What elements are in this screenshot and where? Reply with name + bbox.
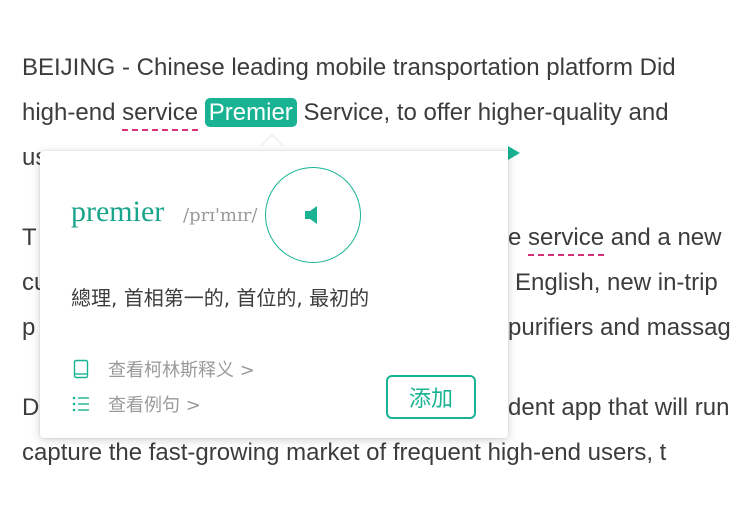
examples-link-label: 查看例句 > xyxy=(108,395,201,416)
collins-link-label: 查看柯林斯释义 > xyxy=(108,360,255,381)
word-service-underlined[interactable]: service xyxy=(122,99,199,131)
article-line: p xyxy=(22,314,36,341)
article-line-fragment: e service and a new xyxy=(508,223,722,256)
popup-word: premier xyxy=(71,195,165,228)
article-text: Service, to offer higher-quality and xyxy=(296,99,669,126)
list-icon xyxy=(72,394,90,414)
article-text: e xyxy=(508,224,529,251)
article-line: D xyxy=(22,394,40,421)
book-icon xyxy=(72,359,90,379)
word-service-underlined[interactable]: service xyxy=(528,224,605,256)
article-text: dent app that will run xyxy=(508,394,730,421)
article-line: high-end service Premier Service, to off… xyxy=(22,98,669,131)
collins-definition-link[interactable]: 查看柯林斯释义 > xyxy=(72,356,255,382)
article-text: high-end xyxy=(22,99,123,126)
speaker-icon xyxy=(305,206,317,224)
popup-meaning: 總理, 首相第一的, 首位的, 最初的 xyxy=(71,286,370,310)
examples-link[interactable]: 查看例句 > xyxy=(72,391,201,417)
play-arrow-icon[interactable] xyxy=(508,146,520,160)
article-text: purifiers and massag xyxy=(508,314,731,341)
popup-phonetic: /prɪ'mɪr/ xyxy=(183,205,258,226)
article-line: BEIJING - Chinese leading mobile transpo… xyxy=(22,54,676,81)
word-premier-highlighted[interactable]: Premier xyxy=(204,98,297,127)
pronounce-button[interactable] xyxy=(265,167,361,263)
dictionary-popup: premier /prɪ'mɪr/ 總理, 首相第一的, 首位的, 最初的 查看… xyxy=(40,151,508,438)
add-button[interactable]: 添加 xyxy=(386,375,476,419)
article-text: English, new in-trip xyxy=(515,269,718,296)
article-text: T xyxy=(22,224,37,251)
article-text: and a new xyxy=(604,224,722,251)
article-line: T xyxy=(22,223,37,253)
article-line: capture the fast-growing market of frequ… xyxy=(22,439,667,466)
